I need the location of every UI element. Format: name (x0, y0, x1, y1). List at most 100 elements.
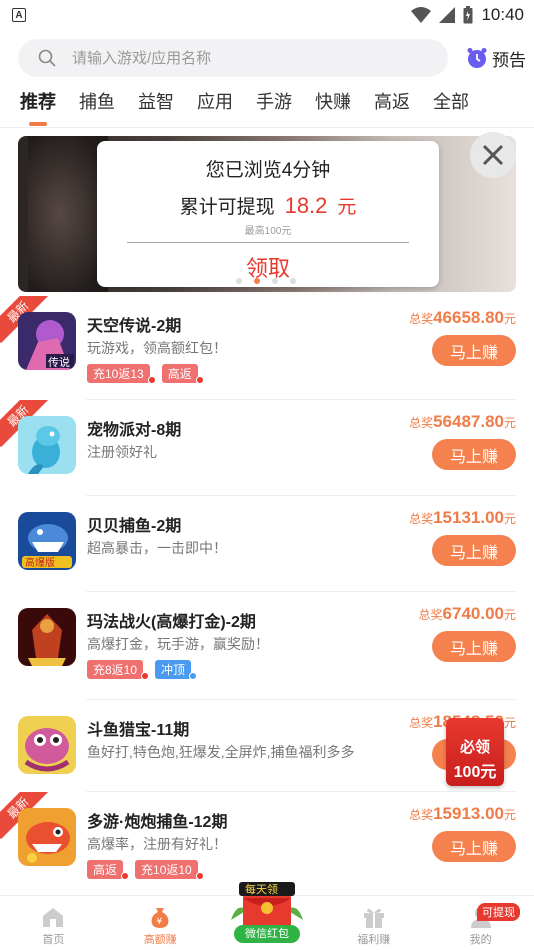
floating-red-packet[interactable]: 必领 100元 (446, 718, 504, 786)
app-desc: 玩游戏，领高额红包！ (87, 340, 227, 356)
app-desc: 注册领好礼 (87, 444, 157, 460)
list-item[interactable]: 玛法战火(高爆打金)-2期 高爆打金，玩手游，赢奖励！ 充8返10 冲顶 总奖6… (0, 592, 534, 700)
float-packet-line1: 必领 (459, 739, 490, 756)
clock: 10:40 (481, 5, 524, 24)
svg-text:传说: 传说 (48, 355, 70, 369)
reward-amount: 56487.80 (433, 412, 504, 431)
red-packet-banner: 每天领 (245, 882, 278, 896)
total-reward: 总奖56487.80元 (409, 412, 516, 432)
app-list: 最新 传说 天空传说-2期 玩游戏，领高额红包！ 充10返13 高返 总奖466… (0, 296, 534, 892)
carousel-dot[interactable] (290, 278, 296, 284)
status-bar: A 10:40 (0, 0, 534, 30)
svg-text:高爆版: 高爆版 (25, 556, 55, 569)
earn-now-button[interactable]: 马上赚 (432, 631, 516, 662)
tag: 充8返10 (87, 660, 150, 680)
reward-unit: 元 (503, 716, 516, 730)
wechat-red-packet-label[interactable]: 微信红包 (234, 925, 300, 943)
reward-amount: 46658.80 (433, 308, 504, 327)
carousel-dots (236, 278, 296, 284)
withdraw-unit: 元 (337, 197, 357, 218)
app-name: 斗鱼猎宝-11期 (87, 722, 190, 739)
preview-label: 预告 (492, 50, 526, 70)
search-row: 预告 (18, 38, 528, 78)
earn-now-button[interactable]: 马上赚 (432, 535, 516, 566)
banner-image (28, 136, 108, 292)
nav-welfare[interactable]: 福利赚 (320, 896, 427, 950)
app-name: 多游·炮炮捕鱼-12期 (87, 814, 228, 831)
signal-icon (439, 7, 456, 23)
popup-amount-row: 累计可提现 18.2 元 (97, 192, 439, 219)
close-button[interactable] (470, 132, 516, 178)
reward-unit: 元 (503, 608, 516, 622)
withdraw-label: 累计可提现 (179, 197, 275, 218)
list-item[interactable]: 最新 传说 天空传说-2期 玩游戏，领高额红包！ 充10返13 高返 总奖466… (0, 296, 534, 400)
tab-mobile-games[interactable]: 手游 (256, 88, 292, 128)
tag: 冲顶 (155, 660, 198, 680)
tag-list: 充10返13 高返 (87, 364, 204, 384)
nav-label: 我的 (469, 934, 492, 946)
app-desc: 鱼好打,特色炮,狂爆发,全屏炸,捕鱼福利多多 (87, 744, 355, 760)
reward-unit: 元 (503, 512, 516, 526)
earn-now-button[interactable]: 马上赚 (432, 439, 516, 470)
total-reward: 总奖46658.80元 (409, 308, 516, 328)
tab-fishing[interactable]: 捕鱼 (79, 88, 115, 128)
reward-amount: 15131.00 (433, 508, 504, 527)
preview-button[interactable]: 预告 (466, 46, 526, 71)
search-box[interactable] (18, 39, 448, 77)
alarm-clock-icon (467, 48, 487, 68)
divider (0, 127, 534, 128)
tab-quick-earn[interactable]: 快赚 (315, 88, 351, 128)
tab-recommend[interactable]: 推荐 (20, 88, 56, 128)
app-desc: 高爆打金，玩手游，赢奖励！ (87, 636, 269, 652)
notification-icon: A (12, 8, 26, 22)
tag-list: 充8返10 冲顶 (87, 660, 198, 680)
tab-apps[interactable]: 应用 (197, 88, 233, 128)
tag: 高返 (161, 364, 204, 384)
money-bag-icon: ¥ (151, 908, 169, 928)
category-tabs: 推荐 捕鱼 益智 应用 手游 快赚 高返 全部 (0, 88, 534, 128)
reward-prefix: 总奖 (409, 312, 434, 326)
list-item[interactable]: 高爆版 贝贝捕鱼-2期 超高暴击，一击即中！ 总奖15131.00元 马上赚 (0, 496, 534, 592)
tag-list: 高返 充10返10 (87, 860, 204, 880)
list-item[interactable]: 最新 多游·炮炮捕鱼-12期 高爆率，注册有好礼！ 高返 充10返10 总奖15… (0, 792, 534, 892)
tag: 充10返10 (135, 860, 204, 880)
nav-high-earn[interactable]: ¥ 高额赚 (107, 896, 214, 950)
carousel-dot[interactable] (236, 278, 242, 284)
douyu-hunt-icon (18, 716, 76, 774)
reward-prefix: 总奖 (409, 512, 434, 526)
tab-high-return[interactable]: 高返 (374, 88, 410, 128)
reward-prefix: 总奖 (409, 416, 434, 430)
app-desc: 高爆率，注册有好礼！ (87, 836, 227, 852)
reward-popup: 您已浏览4分钟 累计可提现 18.2 元 最高100元 领取 (97, 141, 439, 287)
nav-label: 福利赚 (357, 934, 391, 946)
list-item[interactable]: 最新 宠物派对-8期 注册领好礼 总奖56487.80元 马上赚 (0, 400, 534, 496)
total-reward: 总奖15131.00元 (409, 508, 516, 528)
nav-home[interactable]: 首页 (0, 896, 107, 950)
mafa-war-icon (18, 608, 76, 666)
nav-label: 高额赚 (143, 934, 177, 946)
carousel-dot-active[interactable] (254, 278, 260, 284)
total-reward: 总奖15913.00元 (409, 804, 516, 824)
gift-icon (363, 908, 384, 928)
battery-icon (463, 6, 473, 24)
earn-now-button[interactable]: 马上赚 (432, 831, 516, 862)
tab-puzzle[interactable]: 益智 (138, 88, 174, 128)
withdraw-amount: 18.2 (284, 193, 328, 218)
reward-prefix: 总奖 (409, 716, 434, 730)
beibei-fishing-icon: 高爆版 (18, 512, 76, 570)
reward-prefix: 总奖 (418, 608, 443, 622)
search-input[interactable] (72, 49, 402, 67)
app-desc: 超高暴击，一击即中！ (87, 540, 227, 556)
earn-now-button[interactable]: 马上赚 (432, 335, 516, 366)
tab-all[interactable]: 全部 (433, 88, 469, 128)
close-icon (482, 144, 504, 166)
svg-text:¥: ¥ (157, 917, 163, 927)
pet-party-icon (18, 416, 76, 474)
nav-label: 首页 (42, 934, 65, 946)
total-reward: 总奖6740.00元 (419, 604, 516, 624)
app-name: 玛法战火(高爆打金)-2期 (87, 614, 256, 631)
carousel-dot[interactable] (272, 278, 278, 284)
wifi-icon (411, 7, 432, 23)
reward-amount: 6740.00 (442, 604, 504, 623)
float-packet-line2: 100元 (453, 764, 497, 781)
